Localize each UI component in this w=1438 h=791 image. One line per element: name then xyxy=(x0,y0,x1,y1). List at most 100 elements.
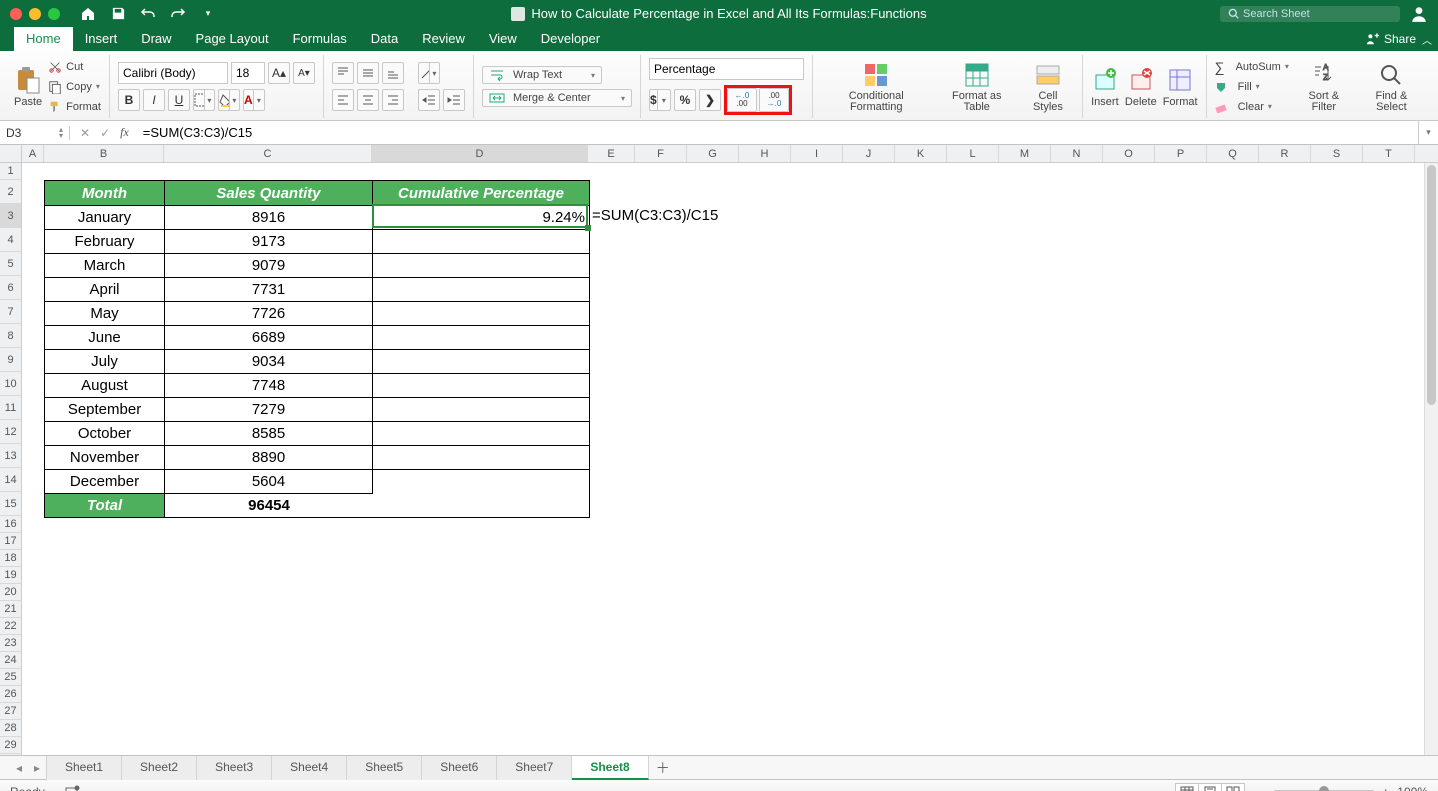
row-header-3[interactable]: 3 xyxy=(0,204,22,228)
page-break-view-button[interactable] xyxy=(1221,783,1245,791)
column-headers[interactable]: ABCDEFGHIJKLMNOPQRST xyxy=(0,145,1438,163)
tab-insert[interactable]: Insert xyxy=(73,27,130,51)
cell-month[interactable]: May xyxy=(45,301,165,325)
vertical-scroll-thumb[interactable] xyxy=(1427,165,1436,405)
share-button[interactable]: Share xyxy=(1366,32,1416,46)
col-header-G[interactable]: G xyxy=(687,145,739,162)
col-header-M[interactable]: M xyxy=(999,145,1051,162)
cell-month[interactable]: October xyxy=(45,421,165,445)
row-header-27[interactable]: 27 xyxy=(0,703,22,720)
sheet-tab-sheet8[interactable]: Sheet8 xyxy=(572,756,648,780)
sheet-tab-sheet6[interactable]: Sheet6 xyxy=(422,756,497,780)
cut-button[interactable]: Cut xyxy=(48,58,101,76)
decrease-font-button[interactable]: A▾ xyxy=(293,62,315,84)
sheet-tab-sheet4[interactable]: Sheet4 xyxy=(272,756,347,780)
col-header-H[interactable]: H xyxy=(739,145,791,162)
cell-qty[interactable]: 7748 xyxy=(165,373,373,397)
clear-button[interactable]: Clear ▾ xyxy=(1215,98,1289,116)
col-header-R[interactable]: R xyxy=(1259,145,1311,162)
col-header-J[interactable]: J xyxy=(843,145,895,162)
comma-format-button[interactable]: ❯ xyxy=(699,89,721,111)
number-format-combo[interactable] xyxy=(649,58,804,80)
tab-formulas[interactable]: Formulas xyxy=(281,27,359,51)
cell-qty[interactable]: 5604 xyxy=(165,469,373,493)
cell-qty[interactable]: 8890 xyxy=(165,445,373,469)
cell-qty[interactable]: 9034 xyxy=(165,349,373,373)
col-header-N[interactable]: N xyxy=(1051,145,1103,162)
cell-qty[interactable]: 9173 xyxy=(165,229,373,253)
tab-page-layout[interactable]: Page Layout xyxy=(184,27,281,51)
merge-center-button[interactable]: Merge & Center▾ xyxy=(482,89,632,107)
row-header-22[interactable]: 22 xyxy=(0,618,22,635)
col-header-Q[interactable]: Q xyxy=(1207,145,1259,162)
accounting-format-button[interactable]: $▾ xyxy=(649,89,671,111)
zoom-slider-thumb[interactable] xyxy=(1319,786,1329,791)
row-headers[interactable]: 1234567891011121314151617181920212223242… xyxy=(0,163,22,755)
cell-pct[interactable] xyxy=(373,301,589,325)
tab-review[interactable]: Review xyxy=(410,27,477,51)
row-header-10[interactable]: 10 xyxy=(0,372,22,396)
col-header-S[interactable]: S xyxy=(1311,145,1363,162)
find-select-button[interactable]: Find & Select xyxy=(1359,61,1424,113)
row-header-15[interactable]: 15 xyxy=(0,492,22,516)
sheet-tab-sheet1[interactable]: Sheet1 xyxy=(46,756,122,780)
cell-pct[interactable] xyxy=(373,349,589,373)
col-header-D[interactable]: D xyxy=(372,145,588,162)
cell-month[interactable]: April xyxy=(45,277,165,301)
sheet-tab-sheet5[interactable]: Sheet5 xyxy=(347,756,422,780)
namebox-stepper-icon[interactable]: ▴▾ xyxy=(59,127,63,139)
expand-formula-bar-icon[interactable]: ▾ xyxy=(1418,121,1438,144)
row-header-18[interactable]: 18 xyxy=(0,550,22,567)
wrap-text-button[interactable]: Wrap Text▾ xyxy=(482,66,602,84)
minimize-window-button[interactable] xyxy=(29,8,41,20)
col-header-B[interactable]: B xyxy=(44,145,164,162)
row-header-7[interactable]: 7 xyxy=(0,300,22,324)
cell-qty[interactable]: 7726 xyxy=(165,301,373,325)
font-name-combo[interactable] xyxy=(118,62,228,84)
total-label[interactable]: Total xyxy=(45,493,165,517)
row-header-5[interactable]: 5 xyxy=(0,252,22,276)
format-as-table-button[interactable]: Format as Table xyxy=(937,61,1016,113)
zoom-in-button[interactable]: + xyxy=(1382,785,1389,791)
row-header-25[interactable]: 25 xyxy=(0,669,22,686)
formula-input[interactable] xyxy=(139,125,1418,140)
insert-cells-button[interactable]: Insert xyxy=(1091,66,1119,108)
cell-month[interactable]: January xyxy=(45,205,165,229)
align-bottom-button[interactable] xyxy=(382,62,404,84)
tab-home[interactable]: Home xyxy=(14,27,73,51)
col-header-C[interactable]: C xyxy=(164,145,372,162)
paste-button[interactable]: Paste xyxy=(14,66,42,108)
row-header-4[interactable]: 4 xyxy=(0,228,22,252)
row-header-14[interactable]: 14 xyxy=(0,468,22,492)
row-header-20[interactable]: 20 xyxy=(0,584,22,601)
decrease-decimal-button[interactable]: .00→.0 xyxy=(759,88,789,112)
row-header-9[interactable]: 9 xyxy=(0,348,22,372)
row-header-2[interactable]: 2 xyxy=(0,180,22,204)
row-header-30[interactable]: 30 xyxy=(0,754,22,755)
cell-month[interactable]: March xyxy=(45,253,165,277)
close-window-button[interactable] xyxy=(10,8,22,20)
cell-month[interactable]: November xyxy=(45,445,165,469)
increase-indent-button[interactable] xyxy=(443,89,465,111)
row-header-12[interactable]: 12 xyxy=(0,420,22,444)
italic-button[interactable]: I xyxy=(143,89,165,111)
col-header-L[interactable]: L xyxy=(947,145,999,162)
normal-view-button[interactable] xyxy=(1175,783,1199,791)
col-header-I[interactable]: I xyxy=(791,145,843,162)
col-header-cum-pct[interactable]: Cumulative Percentage xyxy=(373,181,589,205)
font-color-button[interactable]: A▾ xyxy=(243,89,265,111)
cell-month[interactable]: June xyxy=(45,325,165,349)
col-header-T[interactable]: T xyxy=(1363,145,1415,162)
format-painter-button[interactable]: Format xyxy=(48,98,101,116)
cell-qty[interactable]: 8916 xyxy=(165,205,373,229)
row-header-26[interactable]: 26 xyxy=(0,686,22,703)
row-header-28[interactable]: 28 xyxy=(0,720,22,737)
row-header-17[interactable]: 17 xyxy=(0,533,22,550)
worksheet-grid[interactable]: ABCDEFGHIJKLMNOPQRST 1234567891011121314… xyxy=(0,145,1438,755)
cell-pct[interactable] xyxy=(373,325,589,349)
zoom-window-button[interactable] xyxy=(48,8,60,20)
fill-button[interactable]: Fill ▾ xyxy=(1215,78,1289,96)
increase-decimal-button[interactable]: ←.0.00 xyxy=(727,88,757,112)
copy-button[interactable]: Copy ▾ xyxy=(48,78,101,96)
cell-styles-button[interactable]: Cell Styles xyxy=(1022,61,1074,113)
